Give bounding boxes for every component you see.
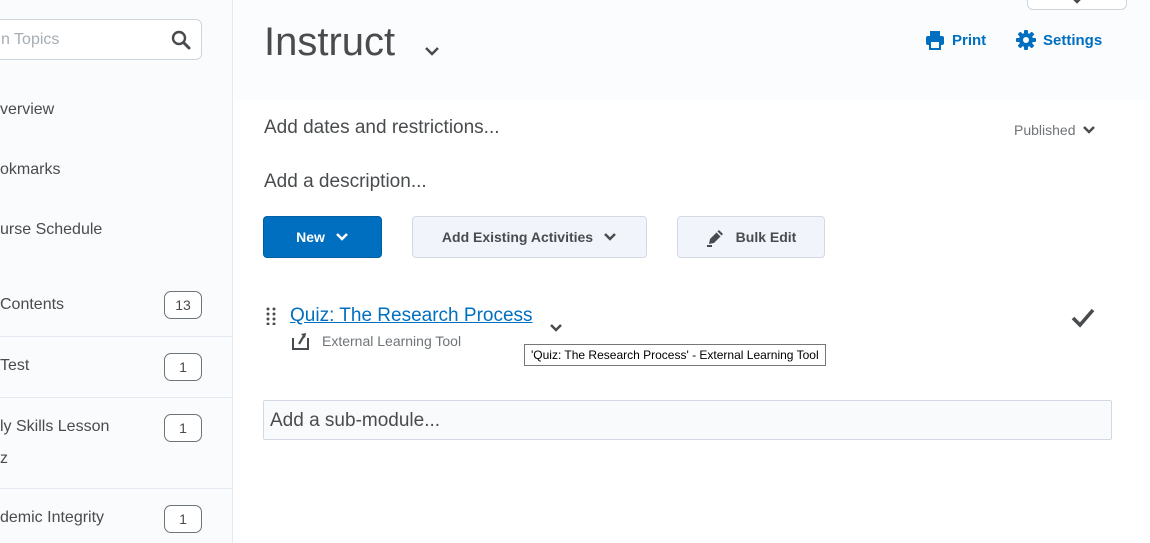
print-button[interactable]: Print bbox=[925, 30, 986, 50]
new-label: New bbox=[296, 229, 325, 245]
sidebar-item-label: okmarks bbox=[0, 161, 61, 178]
sidebar-item-course-schedule[interactable]: urse Schedule bbox=[0, 221, 102, 239]
search-icon[interactable] bbox=[171, 30, 191, 50]
chevron-down-icon bbox=[1073, 0, 1081, 4]
activity-title-link[interactable]: Quiz: The Research Process bbox=[290, 305, 533, 327]
add-submodule-input[interactable]: Add a sub-module... bbox=[263, 400, 1112, 440]
chevron-down-icon[interactable] bbox=[548, 322, 564, 334]
status-label: Published bbox=[1014, 122, 1076, 138]
divider bbox=[0, 336, 232, 337]
search-topics-input[interactable]: n Topics bbox=[0, 19, 202, 60]
drag-handle-icon[interactable] bbox=[266, 307, 276, 325]
sidebar-item-label: demic Integrity bbox=[0, 509, 105, 526]
sidebar-item-label-continued: z bbox=[0, 450, 8, 467]
bulk-edit-button[interactable]: Bulk Edit bbox=[677, 216, 825, 258]
count-badge: 1 bbox=[164, 505, 202, 533]
chevron-down-icon bbox=[336, 233, 348, 241]
sidebar-item-test[interactable]: Test 1 bbox=[0, 353, 202, 383]
sidebar: n Topics verview okmarks urse Schedule C… bbox=[0, 0, 233, 543]
sidebar-item-label: ly Skills Lesson bbox=[0, 418, 110, 435]
chevron-down-icon[interactable] bbox=[423, 44, 441, 58]
chevron-down-icon bbox=[604, 233, 616, 241]
top-dropdown[interactable] bbox=[1027, 0, 1127, 10]
count-badge: 1 bbox=[164, 353, 202, 381]
pencil-icon bbox=[706, 230, 723, 247]
sidebar-item-academic-integrity[interactable]: demic Integrity 1 bbox=[0, 505, 202, 535]
publish-status-dropdown[interactable]: Published bbox=[1014, 122, 1096, 138]
bulk-edit-label: Bulk Edit bbox=[735, 229, 797, 245]
chevron-down-icon bbox=[1082, 126, 1095, 134]
sidebar-item-label: Contents bbox=[0, 296, 65, 313]
count-badge: 13 bbox=[164, 291, 202, 319]
add-dates-restrictions-link[interactable]: Add dates and restrictions... bbox=[264, 117, 500, 139]
sidebar-item-table-of-contents[interactable]: Contents 13 bbox=[0, 291, 202, 321]
sidebar-item-study-skills-lesson[interactable]: ly Skills Lesson z 1 bbox=[0, 414, 202, 474]
new-button[interactable]: New bbox=[263, 216, 382, 258]
gear-icon bbox=[1016, 30, 1036, 50]
activity-type-label: External Learning Tool bbox=[322, 333, 462, 349]
add-existing-label: Add Existing Activities bbox=[441, 229, 594, 245]
add-description-link[interactable]: Add a description... bbox=[264, 171, 427, 193]
settings-button[interactable]: Settings bbox=[1016, 30, 1102, 50]
checkmark-icon bbox=[1071, 308, 1095, 328]
count-badge: 1 bbox=[164, 414, 202, 442]
divider bbox=[0, 397, 232, 398]
divider bbox=[0, 488, 232, 489]
external-tool-icon bbox=[292, 333, 309, 350]
sidebar-item-bookmarks[interactable]: okmarks bbox=[0, 161, 60, 179]
sidebar-item-label: urse Schedule bbox=[0, 221, 103, 238]
sidebar-item-label: Test bbox=[0, 357, 30, 374]
printer-icon bbox=[926, 31, 944, 50]
page-title: Instruct bbox=[264, 20, 396, 64]
sidebar-item-overview[interactable]: verview bbox=[0, 101, 54, 119]
add-existing-activities-button[interactable]: Add Existing Activities bbox=[412, 216, 647, 258]
activity-tooltip: 'Quiz: The Research Process' - External … bbox=[524, 344, 826, 366]
settings-label: Settings bbox=[1043, 31, 1103, 49]
sidebar-item-label: verview bbox=[0, 101, 55, 118]
submodule-placeholder: Add a sub-module... bbox=[270, 410, 441, 431]
print-label: Print bbox=[952, 31, 987, 49]
search-placeholder: n Topics bbox=[1, 31, 60, 48]
